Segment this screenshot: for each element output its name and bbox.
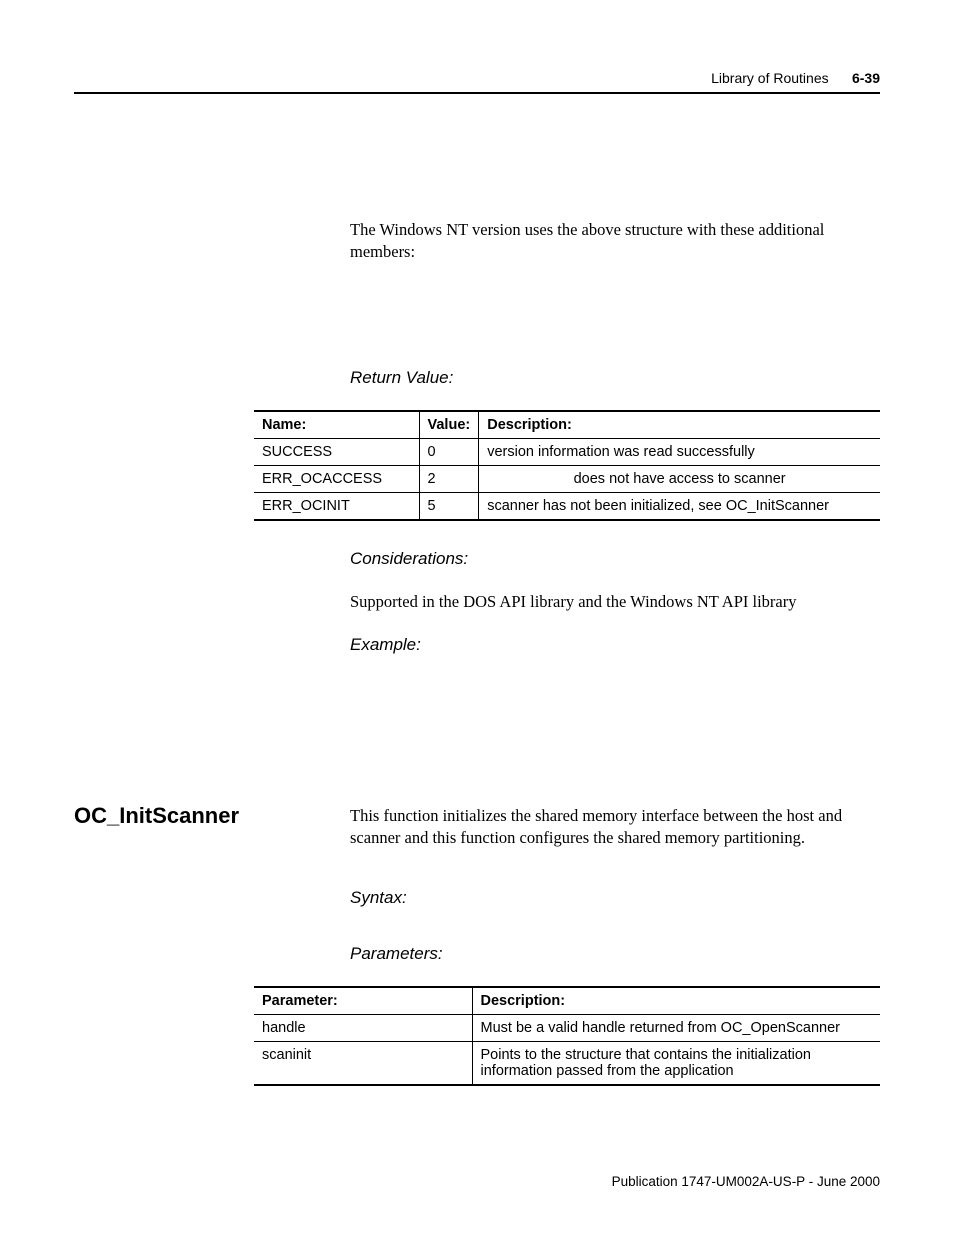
cell-desc: Must be a valid handle returned from OC_… [472,1014,880,1041]
col-parameter: Parameter: [254,987,472,1015]
considerations-block: Considerations: Supported in the DOS API… [350,521,880,655]
cell-value: 0 [419,438,479,465]
parameters-heading: Parameters: [350,944,880,964]
cell-param: handle [254,1014,472,1041]
section-heading: OC_InitScanner [74,803,239,829]
col-desc: Description: [479,411,880,439]
col-value: Value: [419,411,479,439]
page: Library of Routines 6-39 The Windows NT … [0,0,954,1235]
table-row: scaninit Points to the structure that co… [254,1041,880,1085]
intro-paragraph: The Windows NT version uses the above st… [350,219,880,264]
parameters-table: Parameter: Description: handle Must be a… [254,986,880,1086]
considerations-text: Supported in the DOS API library and the… [350,591,880,613]
cell-value: 5 [419,492,479,520]
cell-value: 2 [419,465,479,492]
return-value-table: Name: Value: Description: SUCCESS 0 vers… [254,410,880,521]
table-header-row: Name: Value: Description: [254,411,880,439]
header-page-number: 6-39 [852,70,880,86]
section-oc-initscanner: OC_InitScanner This function initializes… [74,655,880,964]
section-description: This function initializes the shared mem… [350,805,880,850]
syntax-heading: Syntax: [350,888,880,908]
cell-desc: does not have access to scanner [479,465,880,492]
table-row: ERR_OCACCESS 2 does not have access to s… [254,465,880,492]
running-header: Library of Routines 6-39 [74,70,880,94]
table-row: SUCCESS 0 version information was read s… [254,438,880,465]
cell-desc: Points to the structure that contains th… [472,1041,880,1085]
cell-name: ERR_OCACCESS [254,465,419,492]
parameters-table-wrap: Parameter: Description: handle Must be a… [254,986,880,1086]
footer-publication: Publication 1747-UM002A-US-P - June 2000 [612,1174,880,1189]
table-row: ERR_OCINIT 5 scanner has not been initia… [254,492,880,520]
cell-param: scaninit [254,1041,472,1085]
cell-desc: scanner has not been initialized, see OC… [479,492,880,520]
return-value-heading: Return Value: [350,368,880,388]
return-value-table-wrap: Name: Value: Description: SUCCESS 0 vers… [254,410,880,521]
header-title: Library of Routines [711,70,829,86]
table-header-row: Parameter: Description: [254,987,880,1015]
intro-block: The Windows NT version uses the above st… [350,94,880,388]
considerations-heading: Considerations: [350,549,880,569]
cell-name: SUCCESS [254,438,419,465]
table-row: handle Must be a valid handle returned f… [254,1014,880,1041]
col-description: Description: [472,987,880,1015]
cell-desc: version information was read successfull… [479,438,880,465]
example-heading: Example: [350,635,880,655]
col-name: Name: [254,411,419,439]
cell-name: ERR_OCINIT [254,492,419,520]
